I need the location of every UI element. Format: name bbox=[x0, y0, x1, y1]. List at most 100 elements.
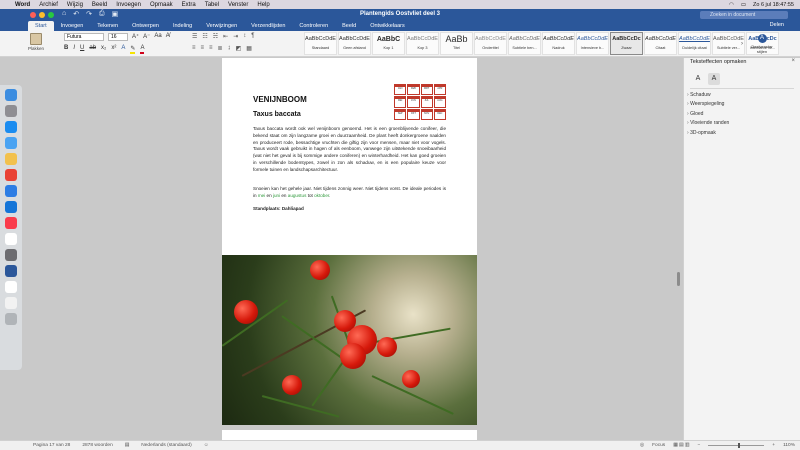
grow-font-icon[interactable]: A⁺ bbox=[132, 33, 139, 40]
font-name-box[interactable]: Futura bbox=[64, 33, 104, 41]
search-field[interactable]: Zoeken in document bbox=[700, 11, 788, 19]
menu-beeld[interactable]: Beeld bbox=[92, 2, 107, 8]
finder-icon[interactable] bbox=[5, 89, 17, 101]
menu-wijzig[interactable]: Wijzig bbox=[67, 2, 83, 8]
align-left-icon[interactable]: ≡ bbox=[192, 45, 196, 52]
italic-icon[interactable]: I bbox=[73, 45, 75, 54]
strikethrough-icon[interactable]: ab bbox=[89, 45, 96, 54]
google-icon[interactable] bbox=[5, 281, 17, 293]
zoom-out-icon[interactable]: − bbox=[697, 443, 700, 448]
style-intensieve-benadrukking[interactable]: AaBbCcDdE Intensieve b... bbox=[576, 32, 609, 55]
menu-tabel[interactable]: Tabel bbox=[205, 2, 219, 8]
chrome-icon[interactable] bbox=[5, 169, 17, 181]
accessibility-icon[interactable]: ☺ bbox=[204, 443, 209, 448]
style-ondertitel[interactable]: AaBbCcDdE Ondertitel bbox=[474, 32, 507, 55]
tab-ontwerpen[interactable]: Ontwerpen bbox=[125, 21, 166, 31]
line-spacing-icon[interactable]: ↨ bbox=[228, 45, 231, 52]
effect-reflection[interactable]: Weerspiegeling bbox=[687, 100, 729, 109]
tab-verwijzingen[interactable]: Verwijzingen bbox=[199, 21, 244, 31]
justify-icon[interactable]: ≣ bbox=[218, 45, 223, 52]
menu-app-word[interactable]: Word bbox=[15, 2, 30, 8]
safari-icon[interactable] bbox=[5, 185, 17, 197]
font-color-icon[interactable]: A bbox=[140, 45, 145, 54]
focus-label[interactable]: Focus bbox=[652, 443, 665, 448]
menu-help[interactable]: Help bbox=[257, 2, 269, 8]
tab-controleren[interactable]: Controleren bbox=[292, 21, 335, 31]
style-geen-afstand[interactable]: AaBbCcDdE Geen afstand bbox=[338, 32, 371, 55]
menu-invoegen[interactable]: Invoegen bbox=[116, 2, 141, 8]
shading-icon[interactable]: ◩ bbox=[236, 45, 242, 52]
effect-glow[interactable]: Gloed bbox=[687, 110, 729, 119]
zoom-slider[interactable] bbox=[708, 443, 765, 448]
style-titel[interactable]: AaBb Titel bbox=[440, 32, 473, 55]
zoom-in-icon[interactable]: + bbox=[772, 443, 775, 448]
numbering-icon[interactable]: ☷ bbox=[202, 33, 207, 40]
settings-icon[interactable] bbox=[5, 105, 17, 117]
xcode-icon[interactable] bbox=[5, 201, 17, 213]
tab-beeld[interactable]: Beeld bbox=[335, 21, 363, 31]
next-page[interactable] bbox=[222, 430, 477, 440]
clear-format-icon[interactable]: A̸ bbox=[166, 33, 170, 40]
bold-icon[interactable]: B bbox=[64, 45, 68, 54]
view-icons[interactable]: ▦ ▤ ▥ bbox=[673, 443, 689, 448]
text-effects-icon[interactable]: A bbox=[708, 73, 720, 85]
style-kop-3[interactable]: AaBbCcDdE Kop 3 bbox=[406, 32, 439, 55]
highlight-icon[interactable]: ✎ bbox=[130, 45, 136, 54]
mail-icon[interactable] bbox=[5, 137, 17, 149]
align-right-icon[interactable]: ≡ bbox=[209, 45, 213, 52]
pilcrow-icon[interactable]: ¶ bbox=[251, 33, 254, 40]
taxus-photo[interactable] bbox=[222, 255, 477, 425]
effect-shadow[interactable]: Schaduw bbox=[687, 91, 729, 100]
tab-start[interactable]: Start bbox=[28, 21, 54, 31]
style-citaat[interactable]: AaBbCcDdE Citaat bbox=[644, 32, 677, 55]
style-standaard[interactable]: AaBbCcDdE Standaard bbox=[304, 32, 337, 55]
music-icon[interactable] bbox=[5, 217, 17, 229]
effect-3d-format[interactable]: 3D-opmaak bbox=[687, 129, 729, 138]
share-button[interactable]: Delen bbox=[770, 22, 784, 28]
word-icon[interactable] bbox=[5, 265, 17, 277]
tab-tekenen[interactable]: Tekenen bbox=[90, 21, 125, 31]
launchpad-icon[interactable] bbox=[5, 249, 17, 261]
style-zwaar[interactable]: AaBbCcDc Zwaar bbox=[610, 32, 643, 55]
page-count[interactable]: Pagina 17 van 28 bbox=[33, 443, 70, 448]
vertical-scrollbar[interactable] bbox=[677, 272, 680, 286]
paste-button[interactable]: Plakken bbox=[25, 31, 47, 57]
calendar-icon[interactable] bbox=[5, 233, 17, 245]
wifi-icon[interactable]: ◠ bbox=[729, 2, 734, 8]
underline-icon[interactable]: U bbox=[80, 45, 84, 54]
close-icon[interactable]: × bbox=[791, 58, 795, 64]
increase-indent-icon[interactable]: ⇥ bbox=[233, 33, 238, 40]
menu-extra[interactable]: Extra bbox=[182, 2, 196, 8]
word-count[interactable]: 2878 woorden bbox=[82, 443, 112, 448]
menu-opmaak[interactable]: Opmaak bbox=[150, 2, 173, 8]
style-kop-1[interactable]: AaBbC Kop 1 bbox=[372, 32, 405, 55]
appstore-icon[interactable] bbox=[5, 121, 17, 133]
document-page[interactable]: JAN FEB MRT APR MEI JUN JUL AUG SEP OKT … bbox=[222, 58, 477, 255]
tab-invoegen[interactable]: Invoegen bbox=[54, 21, 91, 31]
tab-verzendlijsten[interactable]: Verzendlijsten bbox=[244, 21, 292, 31]
menu-archief[interactable]: Archief bbox=[39, 2, 58, 8]
focus-icon[interactable]: ◎ bbox=[640, 443, 644, 448]
shrink-font-icon[interactable]: A⁻ bbox=[143, 33, 150, 40]
styles-more-icon[interactable]: › bbox=[741, 41, 743, 47]
battery-icon[interactable]: ▭ bbox=[741, 2, 746, 8]
menu-venster[interactable]: Venster bbox=[228, 2, 248, 8]
text-fill-icon[interactable]: A bbox=[692, 73, 704, 85]
subscript-icon[interactable]: x₂ bbox=[101, 45, 106, 54]
style-duidelijk-citaat[interactable]: AaBbCcDdE Duidelijk citaat bbox=[678, 32, 711, 55]
text-effects-icon[interactable]: A bbox=[121, 45, 125, 54]
effect-soft-edges[interactable]: Vloeiende randen bbox=[687, 119, 729, 128]
tab-indeling[interactable]: Indeling bbox=[166, 21, 199, 31]
borders-icon[interactable]: ▦ bbox=[246, 45, 252, 52]
menubar-clock[interactable]: Zo 6 jul 18:47:55 bbox=[753, 2, 794, 8]
style-subtiele-benadrukking[interactable]: AaBbCcDdE Subtiele ben... bbox=[508, 32, 541, 55]
zoom-level[interactable]: 110% bbox=[783, 443, 795, 448]
photos-icon[interactable] bbox=[5, 153, 17, 165]
tab-ontwikkelaars[interactable]: Ontwikkelaars bbox=[363, 21, 412, 31]
trash-icon[interactable] bbox=[5, 313, 17, 325]
styles-pane-button[interactable]: A Deelvenster stijlen bbox=[750, 34, 774, 54]
font-size-box[interactable]: 16 bbox=[108, 33, 128, 41]
decrease-indent-icon[interactable]: ⇤ bbox=[223, 33, 228, 40]
bullets-icon[interactable]: ☰ bbox=[192, 33, 197, 40]
multilevel-list-icon[interactable]: ☵ bbox=[213, 33, 218, 40]
